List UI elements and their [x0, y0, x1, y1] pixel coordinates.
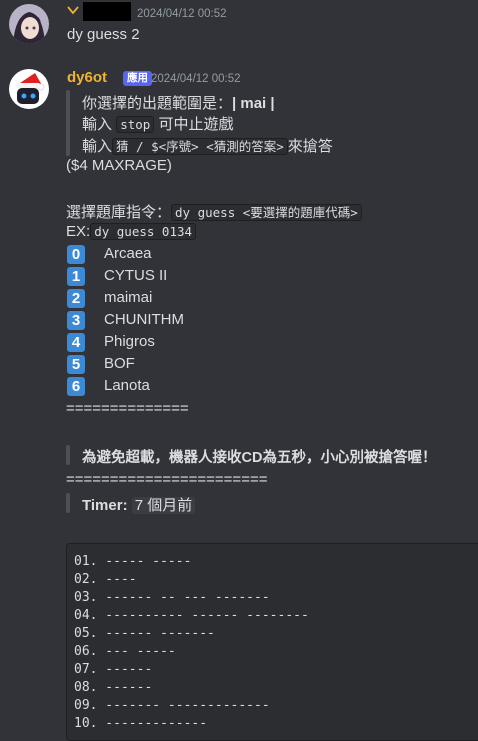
database-name: Lanota — [104, 377, 150, 394]
number-badge: 3 — [67, 311, 85, 330]
stop-prefix: 輸入 — [82, 116, 113, 133]
app-badge: 應用 — [123, 71, 152, 86]
number-badge: 1 — [67, 267, 85, 286]
guess-prefix: 輸入 — [82, 138, 113, 155]
timer-value: 7 個月前 — [131, 497, 196, 514]
guess-code: 猜 / $<序號> <猜測的答案> — [112, 138, 288, 155]
timer-label: Timer: — [82, 497, 128, 514]
ex-label: EX: — [66, 223, 91, 240]
number-badge: 6 — [67, 377, 85, 396]
blank-line: 04. ---------- ------ -------- — [74, 608, 309, 623]
message-timestamp: 2024/04/12 00:52 — [151, 73, 241, 85]
user-avatar[interactable] — [9, 4, 49, 44]
blank-line: 07. ------ — [74, 662, 153, 677]
example-line: EX: dy guess 0134 — [66, 223, 197, 240]
redacted-username — [83, 2, 131, 21]
blank-line: 05. ------ ------- — [74, 626, 215, 641]
quote-bar — [66, 90, 70, 156]
stop-code: stop — [116, 116, 155, 133]
reply-arrow-icon — [67, 6, 79, 15]
number-badge: 0 — [67, 245, 85, 264]
select-label: 選擇題庫指令： — [66, 204, 172, 221]
blank-line: 06. --- ----- — [74, 644, 176, 659]
divider-text: ============== — [66, 400, 189, 417]
range-value: | mai | — [232, 95, 275, 112]
stop-suffix: 可中止遊戲 — [158, 116, 234, 133]
number-badge: 2 — [67, 289, 85, 308]
database-name: CYTUS II — [104, 267, 168, 284]
bot-username[interactable]: dy6ot — [67, 69, 107, 86]
quote-range-line: 你選擇的出題範圍是：| mai | — [82, 92, 275, 113]
database-name: maimai — [104, 289, 153, 306]
database-name: Arcaea — [104, 245, 152, 262]
ex-code: dy guess 0134 — [90, 223, 197, 240]
answer-code-block: 01. ----- ----- 02. ---- 03. ------ -- -… — [66, 543, 478, 741]
guess-suffix: 來搶答 — [287, 138, 333, 155]
blank-line: 10. ------------- — [74, 716, 208, 731]
database-name: Phigros — [104, 333, 155, 350]
database-name: BOF — [104, 355, 135, 372]
number-badge: 4 — [67, 333, 85, 352]
select-code: dy guess <要選擇的題庫代碼> — [171, 204, 362, 221]
blank-line: 01. ----- ----- — [74, 554, 192, 569]
blank-line: 02. ---- — [74, 572, 137, 587]
blank-line: 09. ------- ------------- — [74, 698, 270, 713]
blank-line: 08. ------ — [74, 680, 153, 695]
quote-guess-line: 輸入猜 / $<序號> <猜測的答案> 來搶答 — [82, 135, 333, 156]
timer-line: Timer: 7 個月前 — [82, 494, 196, 515]
database-name: CHUNITHM — [104, 311, 184, 328]
blank-line: 03. ------ -- --- ------- — [74, 590, 270, 605]
divider-text: ======================= — [66, 471, 268, 488]
quote-bar — [66, 493, 70, 513]
range-prefix: 你選擇的出題範圍是： — [82, 95, 233, 112]
bot-avatar[interactable] — [9, 69, 49, 109]
quote-bar — [66, 445, 70, 465]
select-line: 選擇題庫指令： dy guess <要選擇的題庫代碼> — [66, 201, 362, 222]
message-timestamp: 2024/04/12 00:52 — [137, 8, 227, 20]
maxrage-text: ($4 MAXRAGE) — [66, 157, 172, 174]
number-badge: 5 — [67, 355, 85, 374]
message-content: dy guess 2 — [67, 26, 140, 43]
quote-stop-line: 輸入 stop 可中止遊戲 — [82, 113, 233, 134]
warning-text: 為避免超載，機器人接收CD為五秒，小心別被搶答喔！ — [82, 450, 437, 466]
